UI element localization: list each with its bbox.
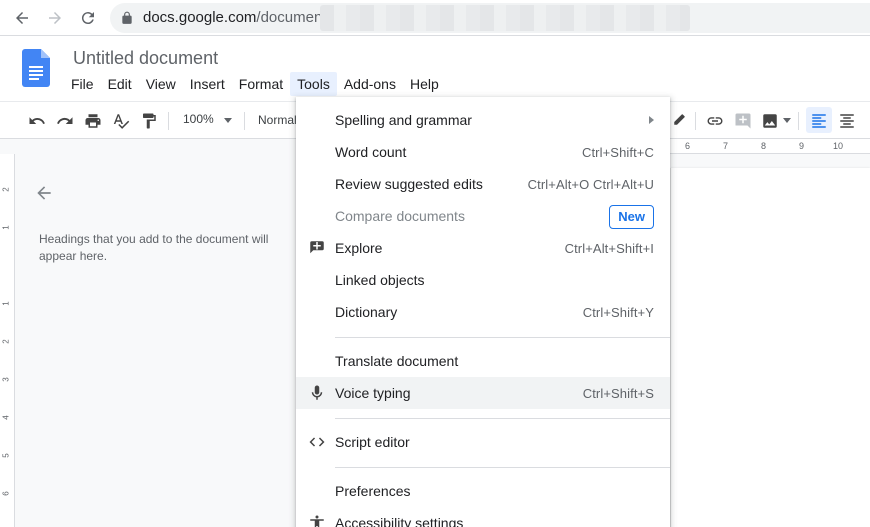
align-left-icon[interactable] <box>809 111 829 131</box>
menu-item-preferences[interactable]: Preferences <box>296 475 670 507</box>
accessibility-icon <box>310 515 324 527</box>
menu-item-explore[interactable]: Explore Ctrl+Alt+Shift+I <box>296 232 670 264</box>
browser-toolbar: docs.google.com/document/ <box>0 0 870 36</box>
toolbar-divider <box>695 112 696 130</box>
menu-format[interactable]: Format <box>232 72 290 96</box>
spellcheck-icon[interactable] <box>111 111 131 131</box>
menu-item-shortcut: Ctrl+Shift+S <box>582 386 654 401</box>
menu-item-label: Preferences <box>335 483 411 499</box>
paint-format-icon[interactable] <box>139 111 159 131</box>
align-center-icon[interactable] <box>837 111 857 131</box>
explore-icon <box>310 241 324 254</box>
menu-insert[interactable]: Insert <box>183 72 232 96</box>
submenu-arrow-icon <box>649 116 654 124</box>
print-icon[interactable] <box>83 111 103 131</box>
ruler-tick: 5 <box>1 453 11 458</box>
ruler-tick: 6 <box>685 141 691 151</box>
address-bar[interactable]: docs.google.com/document/ <box>110 3 870 33</box>
undo-icon[interactable] <box>27 111 47 131</box>
menu-item-word-count[interactable]: Word count Ctrl+Shift+C <box>296 136 670 168</box>
url-text: docs.google.com/document/ <box>143 9 331 26</box>
microphone-icon <box>311 385 323 400</box>
menu-item-label: Spelling and grammar <box>335 112 472 128</box>
menu-item-script-editor[interactable]: Script editor <box>296 426 670 458</box>
add-comment-icon[interactable] <box>733 111 753 131</box>
toolbar-divider <box>798 112 799 130</box>
menu-view[interactable]: View <box>139 72 183 96</box>
menu-item-linked-objects[interactable]: Linked objects <box>296 264 670 296</box>
document-outline-pane: Headings that you add to the document wi… <box>16 154 298 527</box>
menu-item-label: Review suggested edits <box>335 176 483 192</box>
menu-item-accessibility-settings[interactable]: Accessibility settings <box>296 507 670 527</box>
forward-icon[interactable] <box>45 8 65 28</box>
toolbar-divider <box>168 112 169 130</box>
insert-image-icon[interactable] <box>760 111 780 131</box>
new-badge: New <box>609 205 654 229</box>
link-icon[interactable] <box>705 111 725 131</box>
menu-item-shortcut: Ctrl+Alt+O Ctrl+Alt+U <box>527 177 654 192</box>
toolbar-divider <box>244 112 245 130</box>
ruler-tick: 7 <box>723 141 729 151</box>
zoom-select[interactable]: 100% <box>183 112 214 126</box>
chevron-down-icon[interactable] <box>783 118 791 123</box>
menu-item-label: Translate document <box>335 353 459 369</box>
menu-divider <box>335 418 670 419</box>
menu-divider <box>335 467 670 468</box>
ruler-tick: 2 <box>1 187 11 192</box>
ruler-tick: 1 <box>1 225 11 230</box>
tools-menu: Spelling and grammar Word count Ctrl+Shi… <box>296 97 670 527</box>
menu-item-dictionary[interactable]: Dictionary Ctrl+Shift+Y <box>296 296 670 328</box>
menu-item-label: Word count <box>335 144 407 160</box>
chevron-down-icon[interactable] <box>224 118 232 123</box>
menu-divider <box>335 337 670 338</box>
menu-item-label: Dictionary <box>335 304 398 320</box>
redo-icon[interactable] <box>55 111 75 131</box>
menu-tools[interactable]: Tools <box>290 72 337 96</box>
document-title[interactable]: Untitled document <box>73 48 218 69</box>
menu-item-label: Compare documents <box>335 208 465 224</box>
menu-item-spelling-grammar[interactable]: Spelling and grammar <box>296 104 670 136</box>
menu-item-review-suggested-edits[interactable]: Review suggested edits Ctrl+Alt+O Ctrl+A… <box>296 168 670 200</box>
menu-file[interactable]: File <box>64 72 101 96</box>
lock-icon <box>122 11 132 24</box>
ruler-tick: 2 <box>1 339 11 344</box>
ruler-tick: 1 <box>1 301 11 306</box>
menu-item-compare-documents: Compare documents New <box>296 200 670 232</box>
paragraph-style-select[interactable]: Normal <box>258 113 297 127</box>
ruler-tick: 3 <box>1 377 11 382</box>
ruler-tick: 9 <box>799 141 805 151</box>
back-arrow-icon[interactable] <box>34 183 54 203</box>
menu-item-shortcut: Ctrl+Alt+Shift+I <box>564 241 654 256</box>
back-icon[interactable] <box>12 8 32 28</box>
docs-logo-icon[interactable] <box>22 49 50 87</box>
menu-help[interactable]: Help <box>403 72 446 96</box>
menubar: File Edit View Insert Format Tools Add-o… <box>64 72 446 96</box>
document-page[interactable] <box>670 168 870 527</box>
ruler-tick: 8 <box>761 141 767 151</box>
reload-icon[interactable] <box>78 8 98 28</box>
menu-item-label: Explore <box>335 240 383 256</box>
vertical-ruler[interactable]: 2 1 1 2 3 4 5 6 <box>0 154 15 527</box>
ruler-tick: 4 <box>1 415 11 420</box>
menu-item-shortcut: Ctrl+Shift+Y <box>582 305 654 320</box>
menu-item-label: Script editor <box>335 434 410 450</box>
menu-addons[interactable]: Add-ons <box>337 72 403 96</box>
code-icon <box>309 437 325 447</box>
menu-item-shortcut: Ctrl+Shift+C <box>581 145 654 160</box>
highlight-pen-icon[interactable] <box>668 111 688 131</box>
menu-edit[interactable]: Edit <box>101 72 139 96</box>
outline-empty-message: Headings that you add to the document wi… <box>39 232 269 263</box>
menu-item-label: Linked objects <box>335 272 425 288</box>
ruler-tick: 6 <box>1 491 11 496</box>
menu-item-translate-document[interactable]: Translate document <box>296 345 670 377</box>
horizontal-ruler[interactable]: 6 7 8 9 10 <box>670 139 870 154</box>
menu-item-label: Accessibility settings <box>335 515 464 527</box>
menu-item-voice-typing[interactable]: Voice typing Ctrl+Shift+S <box>296 377 670 409</box>
ruler-tick: 10 <box>833 141 844 151</box>
redacted-url-region <box>320 5 690 31</box>
menu-item-label: Voice typing <box>335 385 411 401</box>
